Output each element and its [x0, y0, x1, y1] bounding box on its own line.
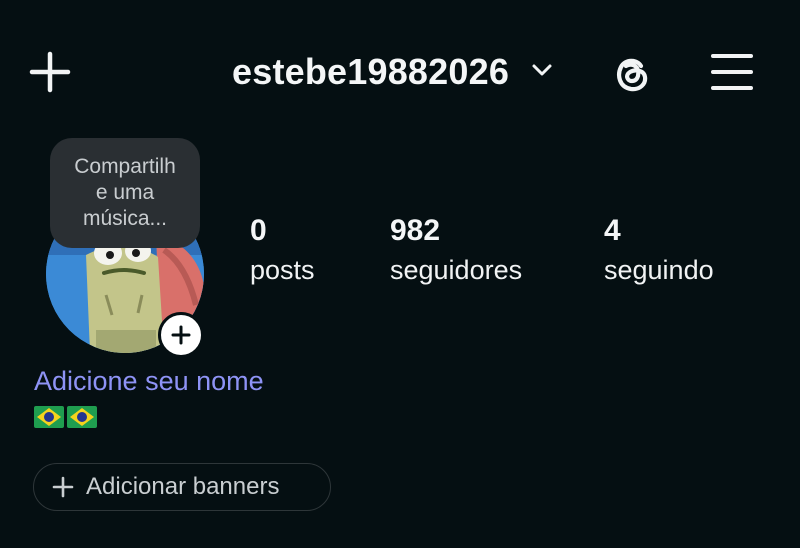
- posts-count: 0: [250, 214, 267, 247]
- following-count: 4: [604, 214, 621, 247]
- add-banners-label: Adicionar banners: [86, 473, 280, 500]
- bio-flags: 🇧🇷🇧🇷: [34, 406, 97, 428]
- stat-followers[interactable]: 982 seguidores: [390, 212, 522, 290]
- plus-icon: [171, 325, 191, 345]
- followers-count: 982: [390, 214, 441, 247]
- brazil-flag-icon: [67, 406, 97, 428]
- plus-icon: [52, 476, 74, 498]
- top-bar: estebe19882026: [0, 0, 800, 140]
- hamburger-menu-icon[interactable]: [704, 44, 760, 100]
- note-text: Compartilhe uma música...: [74, 155, 176, 230]
- chevron-down-icon: [531, 63, 553, 82]
- username: estebe19882026: [232, 51, 510, 92]
- add-story-button[interactable]: [158, 312, 204, 358]
- followers-label: seguidores: [390, 255, 523, 285]
- stat-posts[interactable]: 0 posts: [250, 212, 315, 290]
- threads-icon[interactable]: [604, 46, 660, 102]
- stat-following[interactable]: 4 seguindo: [604, 212, 714, 290]
- account-switcher[interactable]: estebe19882026: [232, 48, 553, 96]
- following-label: seguindo: [604, 255, 714, 285]
- add-name-link[interactable]: Adicione seu nome: [34, 366, 264, 397]
- brazil-flag-icon: [34, 406, 64, 428]
- note-bubble[interactable]: Compartilhe uma música...: [50, 138, 200, 248]
- posts-label: posts: [250, 255, 315, 285]
- plus-icon[interactable]: [22, 44, 78, 100]
- add-banners-button[interactable]: Adicionar banners: [33, 463, 331, 511]
